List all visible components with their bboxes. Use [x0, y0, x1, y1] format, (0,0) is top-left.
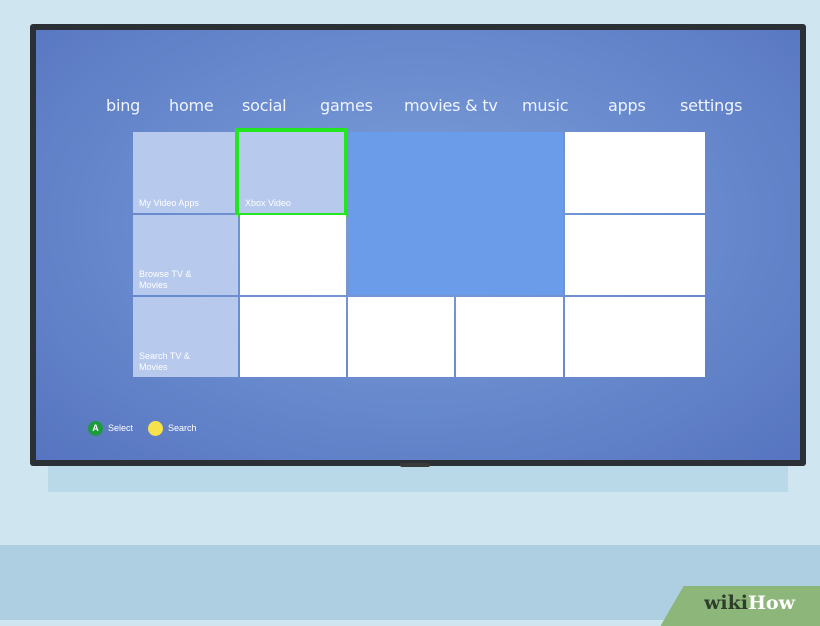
nav-item-music[interactable]: music [522, 96, 569, 115]
tv-screen: bing home social games movies & tv music… [36, 30, 800, 460]
tile-browse-tv-movies[interactable]: Browse TV & Movies [133, 215, 238, 295]
watermark-how: How [747, 592, 795, 614]
tile-featured-large[interactable] [349, 132, 563, 295]
hint-select: A Select [88, 420, 133, 436]
tile-blank[interactable] [565, 297, 705, 377]
tv-stand [400, 463, 430, 467]
nav-item-movies-tv[interactable]: movies & tv [404, 96, 498, 115]
nav-item-bing[interactable]: bing [106, 96, 140, 115]
top-nav: bing home social games movies & tv music… [36, 96, 800, 120]
nav-item-games[interactable]: games [320, 96, 373, 115]
nav-item-social[interactable]: social [242, 96, 287, 115]
tile-label: My Video Apps [139, 198, 199, 208]
tile-blank[interactable] [240, 215, 346, 295]
wikihow-logo: wikiHow [704, 592, 795, 614]
a-button-icon: A [88, 420, 103, 436]
selection-highlight [235, 128, 348, 217]
tile-blank[interactable] [240, 297, 346, 377]
hint-search-label: Search [168, 423, 197, 433]
hint-select-label: Select [108, 423, 134, 433]
tv-frame: bing home social games movies & tv music… [30, 24, 806, 466]
tile-blank[interactable] [348, 297, 454, 377]
tile-blank[interactable] [565, 132, 705, 213]
y-button-icon [148, 420, 163, 436]
nav-item-apps[interactable]: apps [608, 96, 646, 115]
tile-label: Search TV & Movies [139, 351, 190, 372]
nav-item-home[interactable]: home [169, 96, 214, 115]
tile-blank[interactable] [565, 215, 705, 295]
hint-search: Search [148, 420, 197, 436]
watermark-wiki: wiki [704, 592, 748, 614]
tile-label: Browse TV & Movies [139, 269, 192, 290]
tile-my-video-apps[interactable]: My Video Apps [133, 132, 238, 213]
tile-blank[interactable] [456, 297, 563, 377]
nav-item-settings[interactable]: settings [680, 96, 742, 115]
tile-search-tv-movies[interactable]: Search TV & Movies [133, 297, 238, 377]
